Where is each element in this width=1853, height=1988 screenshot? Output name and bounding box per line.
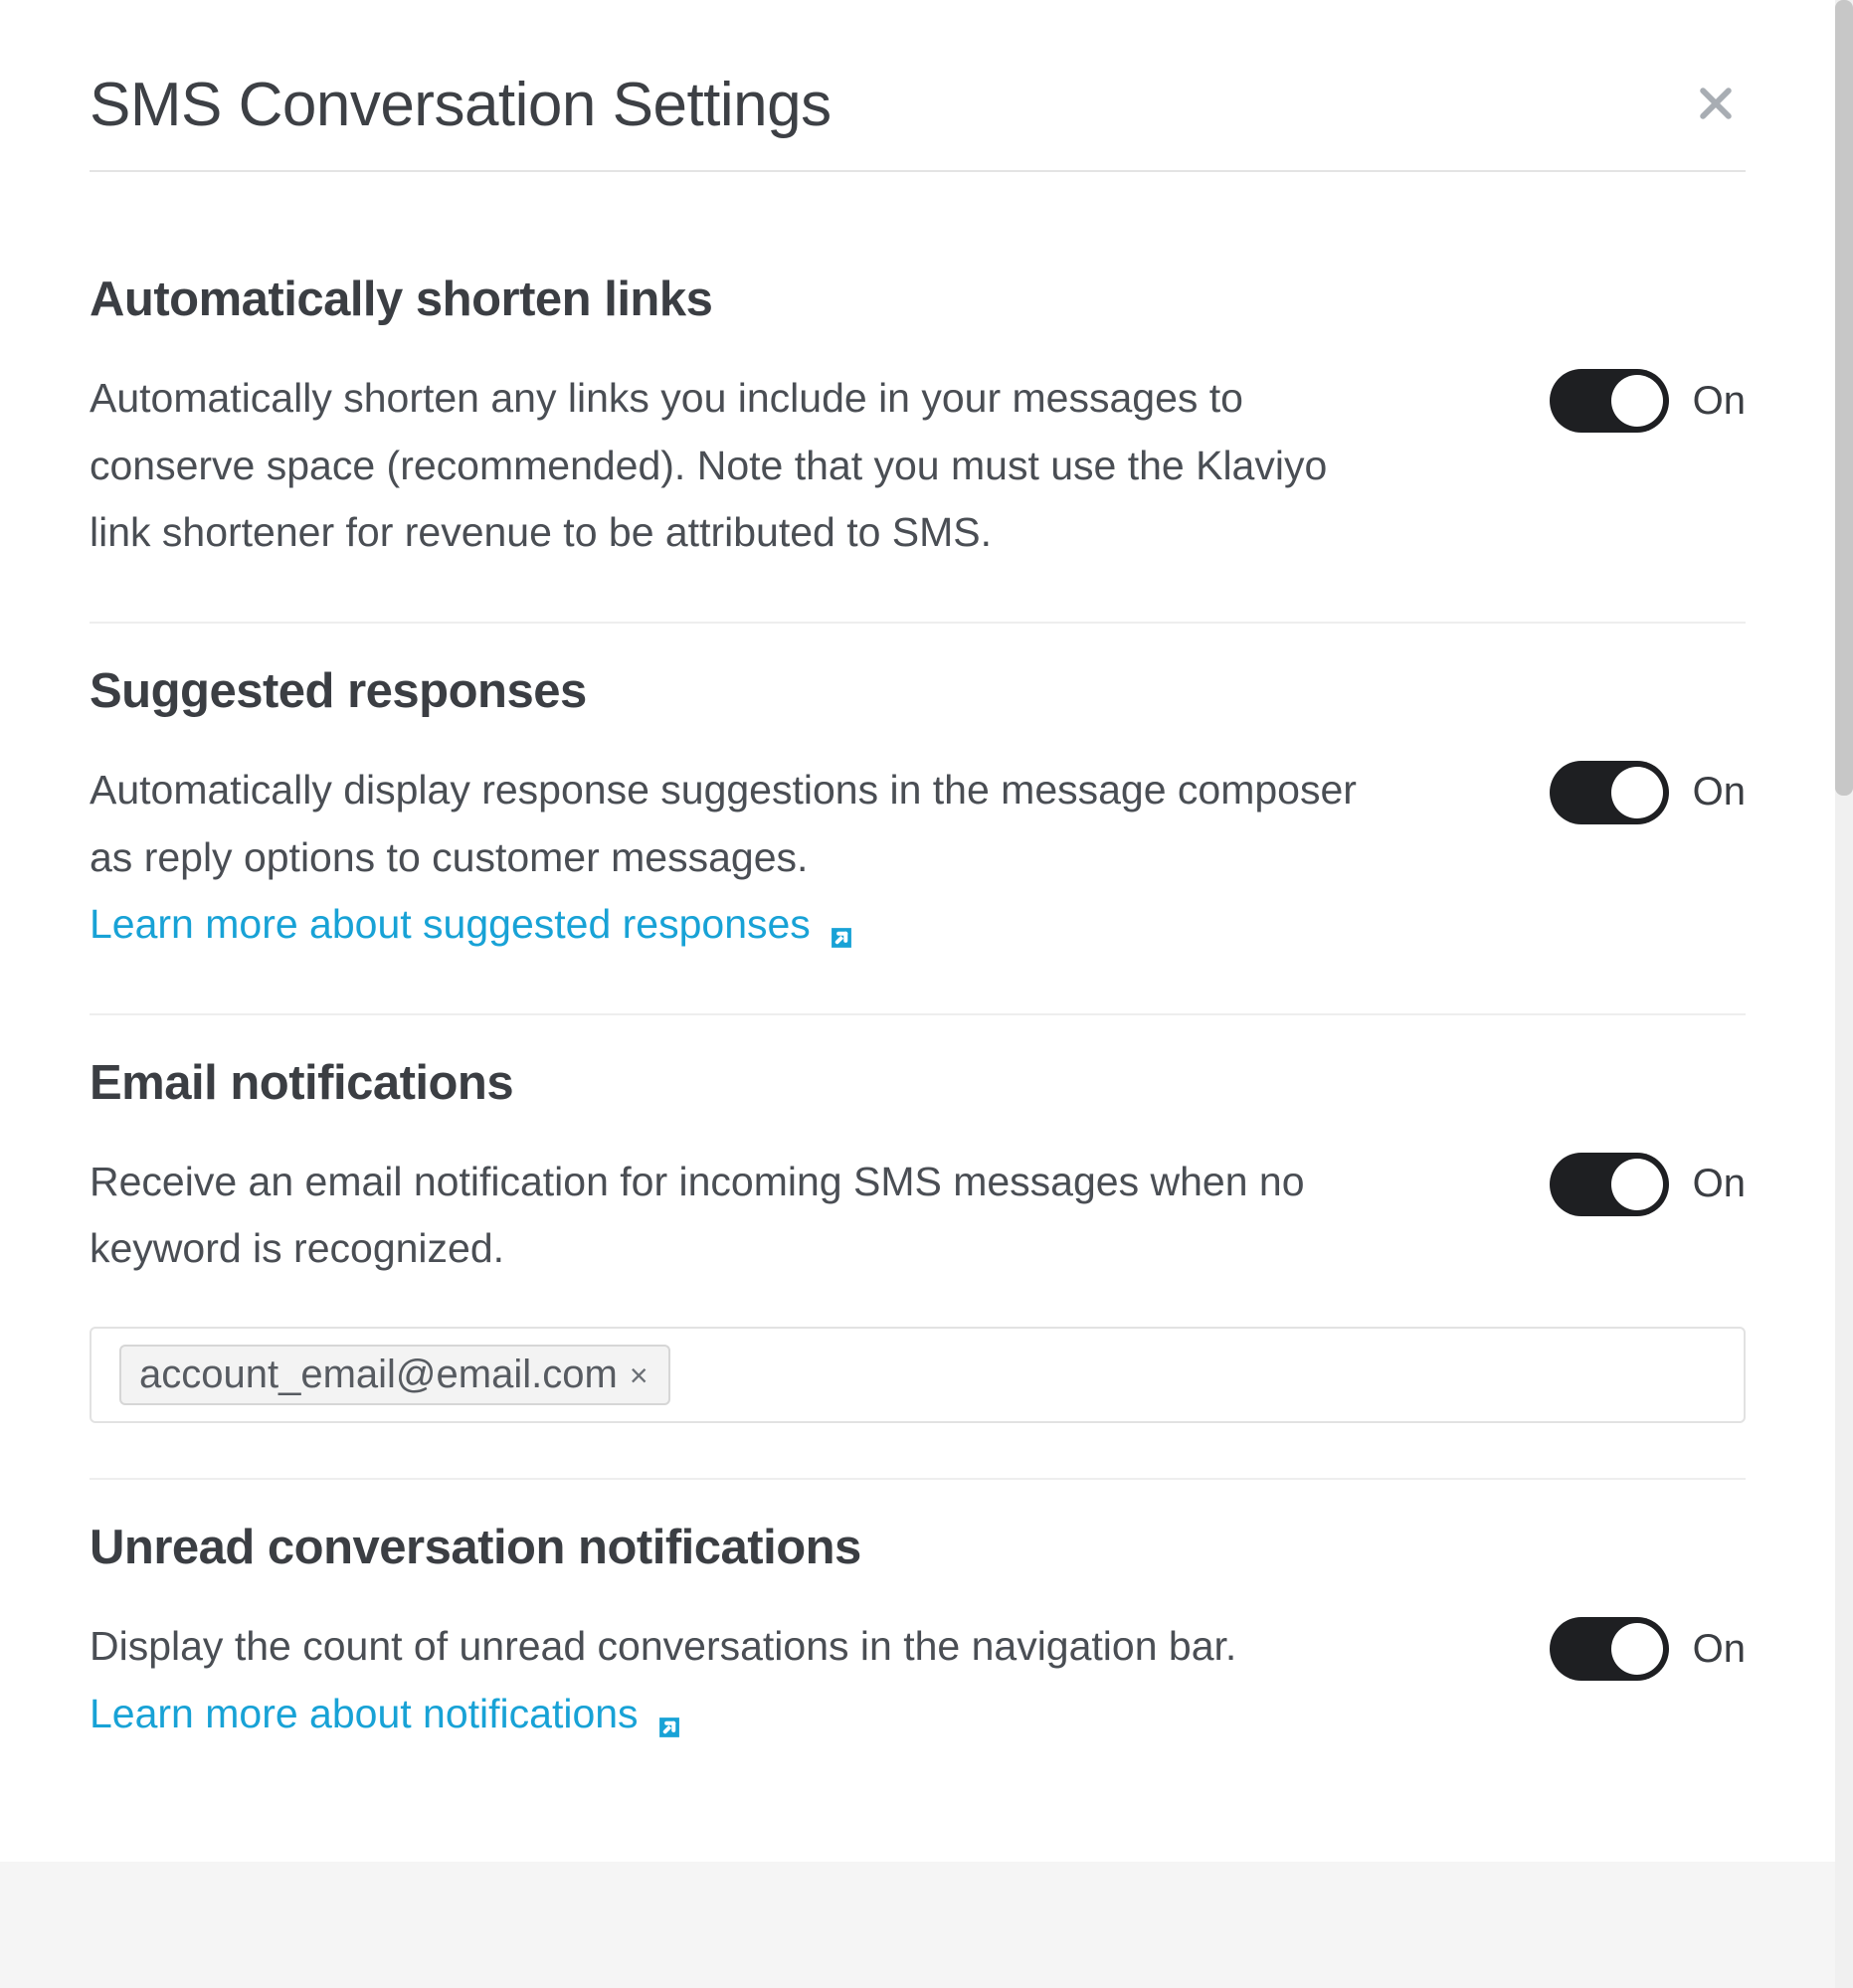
toggle-knob [1611,767,1663,818]
section-suggested-responses: Suggested responses Automatically displa… [90,624,1746,1015]
email-input-box[interactable]: account_email@email.com × [90,1327,1746,1423]
unread-notifications-title: Unread conversation notifications [90,1520,1746,1575]
suggested-responses-title: Suggested responses [90,663,1746,719]
shorten-links-toggle-label: On [1693,379,1746,424]
section-unread-notifications: Unread conversation notifications Displa… [90,1480,1746,1802]
unread-notifications-toggle-label: On [1693,1627,1746,1672]
shorten-links-row: Automatically shorten any links you incl… [90,365,1746,567]
sms-conversation-settings-modal: SMS Conversation Settings Automatically … [0,0,1835,1862]
email-tag: account_email@email.com × [119,1345,670,1405]
suggested-responses-text: Automatically display response suggestio… [90,757,1392,959]
external-link-icon [825,908,858,942]
shorten-links-description: Automatically shorten any links you incl… [90,365,1392,567]
suggested-responses-toggle-label: On [1693,770,1746,814]
email-notifications-toggle-label: On [1693,1162,1746,1206]
email-notifications-title: Email notifications [90,1055,1746,1111]
unread-notifications-description: Display the count of unread conversation… [90,1623,1236,1669]
section-shorten-links: Automatically shorten links Automaticall… [90,232,1746,624]
unread-notifications-toggle[interactable] [1550,1617,1669,1681]
modal-header: SMS Conversation Settings [90,70,1746,172]
email-notifications-row: Receive an email notification for incomi… [90,1149,1746,1283]
unread-notifications-learn-more-link[interactable]: Learn more about notifications [90,1681,686,1748]
suggested-responses-link-text: Learn more about suggested responses [90,891,811,959]
email-notifications-toggle-wrap: On [1550,1153,1746,1216]
email-tag-remove-button[interactable]: × [628,1359,650,1391]
suggested-responses-learn-more-link[interactable]: Learn more about suggested responses [90,891,858,959]
suggested-responses-description: Automatically display response suggestio… [90,767,1357,880]
close-button[interactable] [1686,74,1746,136]
close-icon [1694,82,1738,125]
suggested-responses-toggle[interactable] [1550,761,1669,824]
suggested-responses-toggle-wrap: On [1550,761,1746,824]
unread-notifications-text: Display the count of unread conversation… [90,1613,1392,1747]
email-notifications-description: Receive an email notification for incomi… [90,1149,1392,1283]
email-tag-text: account_email@email.com [139,1353,618,1397]
email-notifications-toggle[interactable] [1550,1153,1669,1216]
shorten-links-toggle[interactable] [1550,369,1669,433]
scrollbar-thumb[interactable] [1835,0,1853,796]
toggle-knob [1611,375,1663,427]
toggle-knob [1611,1159,1663,1210]
modal-title: SMS Conversation Settings [90,70,832,140]
shorten-links-toggle-wrap: On [1550,369,1746,433]
unread-notifications-row: Display the count of unread conversation… [90,1613,1746,1747]
scrollbar[interactable] [1835,0,1853,1988]
unread-notifications-link-text: Learn more about notifications [90,1681,639,1748]
section-email-notifications: Email notifications Receive an email not… [90,1015,1746,1480]
toggle-knob [1611,1623,1663,1675]
shorten-links-title: Automatically shorten links [90,271,1746,327]
unread-notifications-toggle-wrap: On [1550,1617,1746,1681]
suggested-responses-row: Automatically display response suggestio… [90,757,1746,959]
external-link-icon [652,1698,686,1731]
